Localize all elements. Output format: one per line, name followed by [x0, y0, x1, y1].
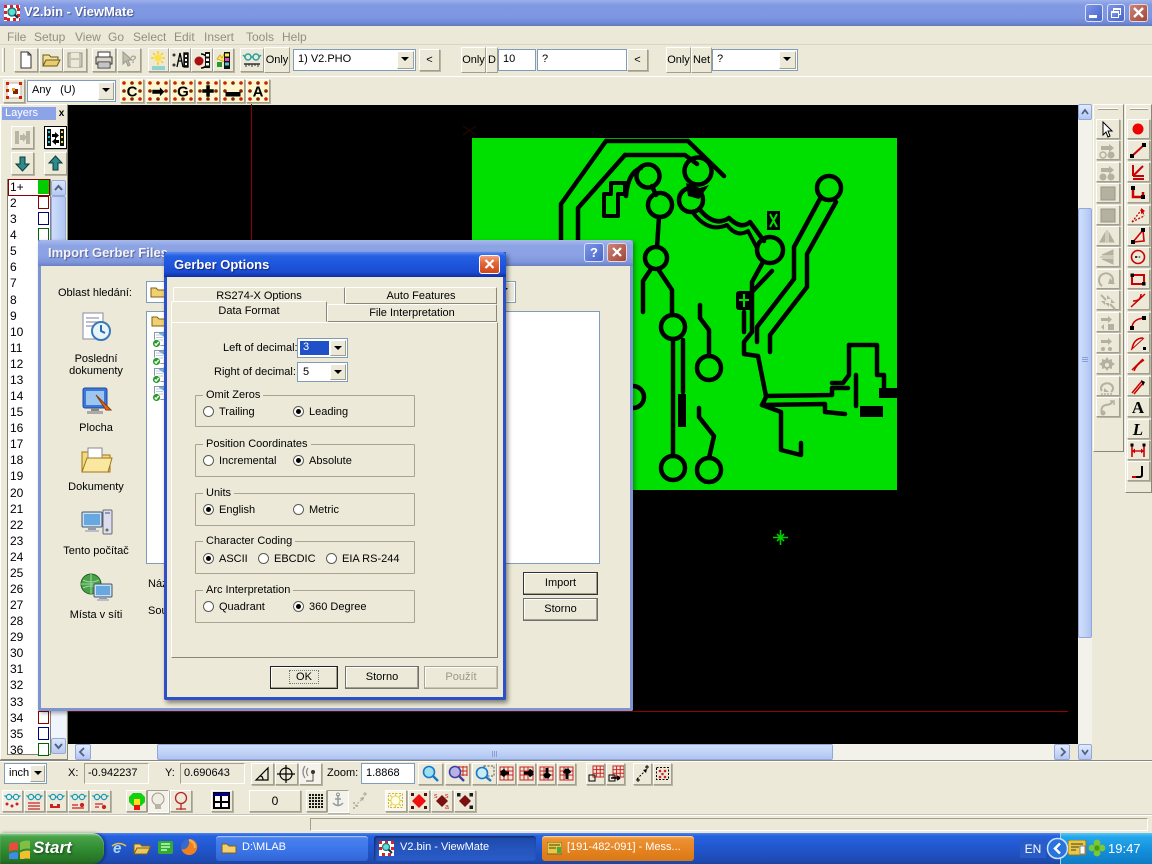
svg-text:?: ?: [130, 54, 137, 66]
svg-text:a: a: [445, 804, 449, 811]
svg-text:A: A: [253, 84, 264, 101]
svg-text:✚: ✚: [202, 84, 215, 101]
svg-text:C: C: [127, 84, 138, 101]
svg-text:G: G: [177, 84, 189, 101]
svg-text:L: L: [1132, 420, 1143, 439]
svg-text:e: e: [113, 840, 121, 857]
svg-text:▬: ▬: [226, 84, 241, 101]
svg-text:s: s: [434, 793, 438, 800]
svg-text:A: A: [1132, 398, 1145, 417]
svg-text:➡: ➡: [152, 84, 165, 101]
